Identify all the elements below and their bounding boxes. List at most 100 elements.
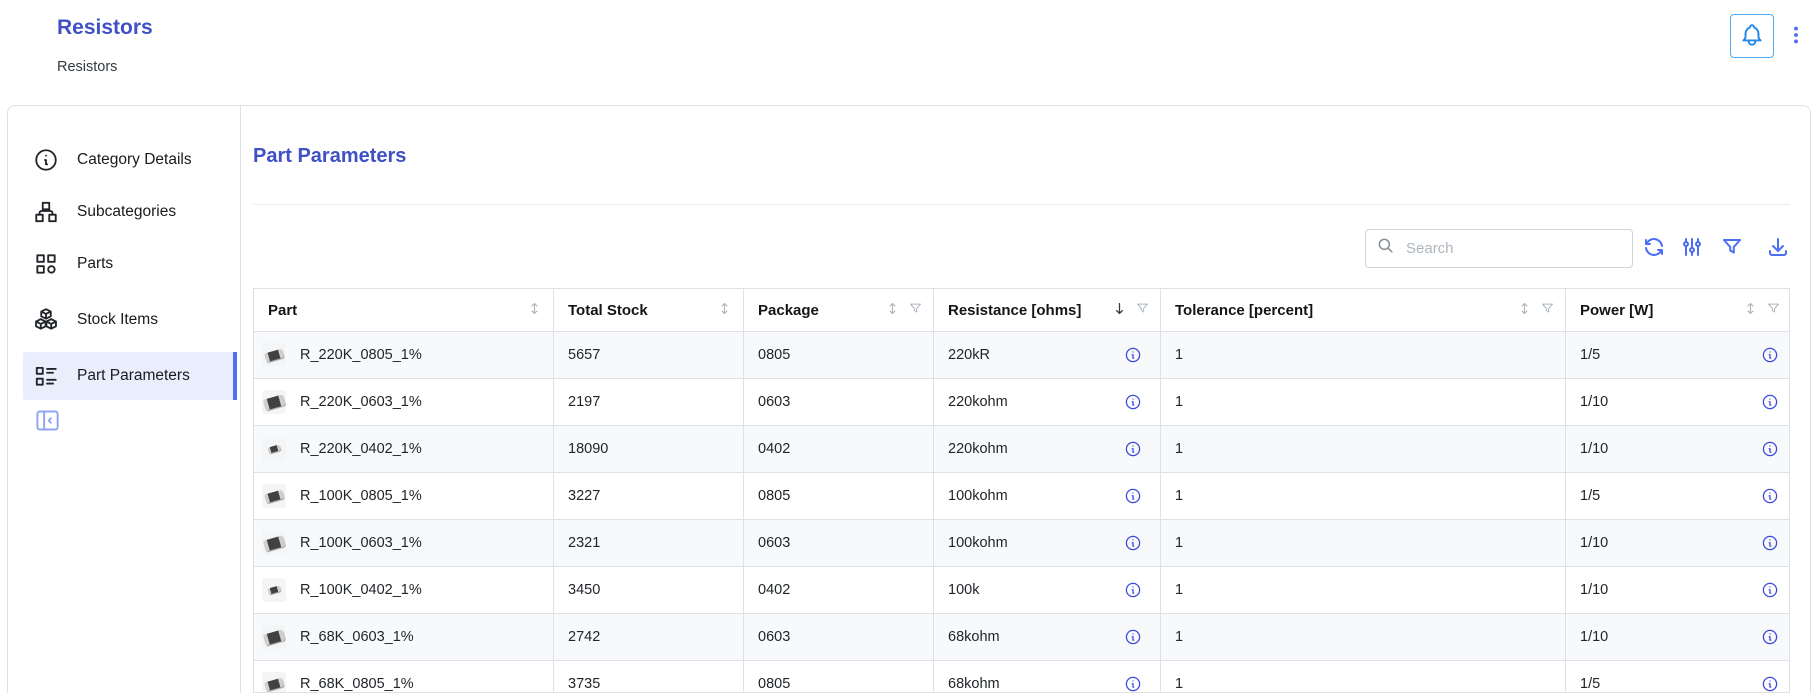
total-stock-cell: 5657 xyxy=(554,332,744,378)
part-cell[interactable]: R_68K_0805_1% xyxy=(254,661,554,693)
power-cell: 1/10 xyxy=(1566,379,1790,425)
sort-icon[interactable] xyxy=(526,300,543,321)
part-cell[interactable]: R_220K_0603_1% xyxy=(254,379,554,425)
info-icon[interactable] xyxy=(1124,581,1142,599)
info-icon[interactable] xyxy=(1124,487,1142,505)
info-icon[interactable] xyxy=(1124,393,1142,411)
column-header-tolerance-percent[interactable]: Tolerance [percent] xyxy=(1161,289,1566,331)
part-cell[interactable]: R_220K_0805_1% xyxy=(254,332,554,378)
table-row[interactable]: R_100K_0402_1% 34500402 100k 1 1/10 xyxy=(254,567,1790,614)
power-value: 1/10 xyxy=(1580,394,1608,410)
info-icon[interactable] xyxy=(1124,346,1142,364)
part-cell[interactable]: R_100K_0603_1% xyxy=(254,520,554,566)
info-icon[interactable] xyxy=(1124,440,1142,458)
filter-icon[interactable] xyxy=(1135,301,1150,320)
breadcrumb[interactable]: Resistors xyxy=(57,59,117,75)
info-icon[interactable] xyxy=(1761,628,1779,646)
info-icon[interactable] xyxy=(1761,534,1779,552)
table-row[interactable]: R_100K_0805_1% 32270805 100kohm 1 1/5 xyxy=(254,473,1790,520)
power-value: 1/10 xyxy=(1580,441,1608,457)
page-title: Resistors xyxy=(57,16,153,40)
column-header-power-w[interactable]: Power [W] xyxy=(1566,289,1790,331)
heading-divider xyxy=(253,204,1790,205)
info-icon[interactable] xyxy=(1124,675,1142,693)
sort-desc-icon[interactable] xyxy=(1111,300,1128,321)
tolerance-cell: 1 xyxy=(1161,520,1566,566)
resistance-value: 100kohm xyxy=(948,535,1008,551)
total-stock-cell: 3735 xyxy=(554,661,744,693)
table-row[interactable]: R_68K_0805_1% 37350805 68kohm 1 1/5 xyxy=(254,661,1790,693)
category-grid-icon xyxy=(33,251,59,277)
table-row[interactable]: R_220K_0603_1% 21970603 220kohm 1 1/10 xyxy=(254,379,1790,426)
resistance-cell: 100kohm xyxy=(934,473,1161,519)
table-row[interactable]: R_220K_0402_1% 180900402 220kohm 1 1/10 xyxy=(254,426,1790,473)
notifications-button[interactable] xyxy=(1730,14,1774,58)
resistance-value: 100kohm xyxy=(948,488,1008,504)
sort-icon[interactable] xyxy=(1742,300,1759,321)
refresh-button[interactable] xyxy=(1639,233,1669,263)
part-cell[interactable]: R_220K_0402_1% xyxy=(254,426,554,472)
column-header-resistance-ohms[interactable]: Resistance [ohms] xyxy=(934,289,1161,331)
info-icon[interactable] xyxy=(1761,581,1779,599)
sidebar-item-stock-items[interactable]: Stock Items xyxy=(23,296,237,344)
part-name: R_100K_0603_1% xyxy=(300,535,422,551)
filter-button[interactable] xyxy=(1717,233,1747,263)
info-icon[interactable] xyxy=(1124,628,1142,646)
part-cell[interactable]: R_100K_0805_1% xyxy=(254,473,554,519)
sidebar-collapse-button[interactable] xyxy=(31,406,63,438)
column-header-part[interactable]: Part xyxy=(254,289,554,331)
info-icon[interactable] xyxy=(1124,534,1142,552)
column-header-package[interactable]: Package xyxy=(744,289,934,331)
filter-icon[interactable] xyxy=(908,301,923,320)
resistance-cell: 100kohm xyxy=(934,520,1161,566)
column-label: Total Stock xyxy=(568,302,648,319)
tolerance-cell: 1 xyxy=(1161,567,1566,613)
table-row[interactable]: R_68K_0603_1% 27420603 68kohm 1 1/10 xyxy=(254,614,1790,661)
info-icon[interactable] xyxy=(1761,346,1779,364)
power-value: 1/5 xyxy=(1580,676,1600,692)
part-name: R_220K_0402_1% xyxy=(300,441,422,457)
resistance-value: 220kohm xyxy=(948,394,1008,410)
info-icon[interactable] xyxy=(1761,393,1779,411)
power-cell: 1/5 xyxy=(1566,473,1790,519)
info-icon[interactable] xyxy=(1761,487,1779,505)
filter-icon[interactable] xyxy=(1766,301,1781,320)
download-icon xyxy=(1766,235,1790,262)
power-cell: 1/5 xyxy=(1566,332,1790,378)
sort-icon[interactable] xyxy=(1516,300,1533,321)
column-label: Tolerance [percent] xyxy=(1175,302,1313,319)
info-icon[interactable] xyxy=(1761,675,1779,693)
sidebar-item-parts[interactable]: Parts xyxy=(23,240,237,288)
search-input[interactable] xyxy=(1404,239,1608,258)
part-name: R_100K_0805_1% xyxy=(300,488,422,504)
resistor-chip-image xyxy=(264,348,284,362)
package-cell: 0402 xyxy=(744,426,934,472)
part-name: R_68K_0603_1% xyxy=(300,629,414,645)
filter-icon[interactable] xyxy=(1540,301,1555,320)
adjustments-button[interactable] xyxy=(1677,233,1707,263)
part-cell[interactable]: R_68K_0603_1% xyxy=(254,614,554,660)
power-value: 1/10 xyxy=(1580,629,1608,645)
column-label: Resistance [ohms] xyxy=(948,302,1081,319)
part-name: R_220K_0805_1% xyxy=(300,347,422,363)
tolerance-cell: 1 xyxy=(1161,661,1566,693)
part-thumbnail xyxy=(262,578,286,602)
table-row[interactable]: R_100K_0603_1% 23210603 100kohm 1 1/10 xyxy=(254,520,1790,567)
sort-icon[interactable] xyxy=(716,300,733,321)
package-cell: 0603 xyxy=(744,520,934,566)
sidebar-item-part-parameters[interactable]: Part Parameters xyxy=(23,352,237,400)
part-cell[interactable]: R_100K_0402_1% xyxy=(254,567,554,613)
sidebar-item-category-details[interactable]: Category Details xyxy=(23,136,237,184)
overflow-menu-button[interactable] xyxy=(1782,22,1810,50)
sidebar-item-label: Part Parameters xyxy=(77,367,190,385)
table-row[interactable]: R_220K_0805_1% 56570805 220kR 1 1/5 xyxy=(254,332,1790,379)
sort-icon[interactable] xyxy=(884,300,901,321)
column-header-total-stock[interactable]: Total Stock xyxy=(554,289,744,331)
resistance-value: 220kohm xyxy=(948,441,1008,457)
sidebar-item-subcategories[interactable]: Subcategories xyxy=(23,188,237,236)
resistance-cell: 220kR xyxy=(934,332,1161,378)
download-button[interactable] xyxy=(1763,233,1793,263)
search-icon xyxy=(1366,236,1396,261)
info-icon[interactable] xyxy=(1761,440,1779,458)
column-label: Part xyxy=(268,302,297,319)
